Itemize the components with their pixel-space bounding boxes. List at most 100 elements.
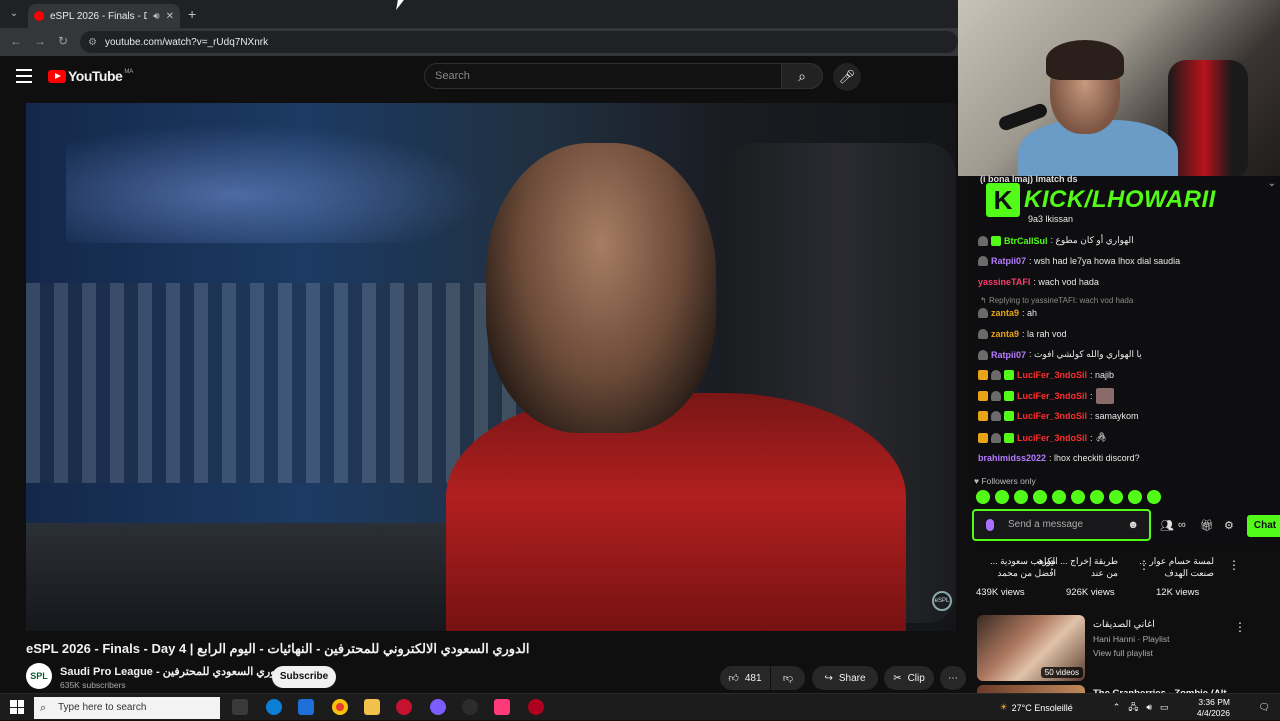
tray-chevron-icon[interactable]: ⌃ [1113, 702, 1121, 713]
battery-icon[interactable]: ▭ [1160, 702, 1169, 713]
edge-icon[interactable] [266, 699, 282, 715]
chat-username[interactable]: LuciFer_3ndoSil [1017, 411, 1087, 421]
short-card[interactable]: لمسة حسام عوار ... صنعت الهدف 12K views [1128, 555, 1214, 598]
subscriber-count: 635K subscribers [60, 680, 126, 690]
playlist-menu-icon[interactable]: ⋮ [1234, 620, 1246, 634]
infinity-icon[interactable]: ∞ [1178, 519, 1186, 531]
app-icon-red[interactable] [396, 699, 412, 715]
chat-username[interactable]: brahimidss2022 [978, 453, 1046, 463]
chat-username[interactable]: zanta9 [991, 308, 1019, 318]
reply-text: Replying to yassineTAFI: wach vod hada [988, 296, 1134, 305]
app-icon-purple[interactable] [430, 699, 446, 715]
chat-username[interactable]: yassineTAFI [978, 277, 1030, 287]
chat-mic-icon [986, 519, 994, 531]
short-card[interactable]: طريقة إخراج ... الكرة من عند 926K views [1032, 555, 1118, 598]
chat-username[interactable]: BtrCallSul [1004, 236, 1048, 246]
emote-8-icon[interactable] [1109, 490, 1123, 504]
share-button[interactable]: ↪ Share [812, 666, 878, 690]
subscribe-button[interactable]: Subscribe [272, 666, 336, 688]
channel-avatar[interactable]: SPL [26, 663, 52, 689]
chrome-icon[interactable] [332, 699, 348, 715]
chat-username[interactable]: Ratpii07 [991, 256, 1026, 266]
outlook-icon[interactable] [298, 699, 314, 715]
taskbar-search-icon: ⌕ [40, 702, 47, 714]
new-tab-button[interactable]: + [188, 6, 196, 22]
chat-collapse-chevron-icon[interactable]: ⌄ [1268, 178, 1276, 189]
weather-text[interactable]: 27°C Ensoleillé [1012, 703, 1073, 713]
browser-tab[interactable]: eSPL 2026 - Finals - Day 4 | 🔊︎ ✕ [28, 4, 180, 28]
windows-start-icon[interactable] [10, 700, 24, 714]
emote-7-icon[interactable] [1090, 490, 1104, 504]
url-field[interactable]: ⚙ youtube.com/watch?v=_rUdq7NXnrk [80, 31, 958, 53]
tab-close-icon[interactable]: ✕ [166, 11, 174, 22]
chat-username[interactable]: LuciFer_3ndoSil [1017, 370, 1087, 380]
playlist-thumbnail[interactable]: 50 videos [977, 615, 1085, 681]
chat-message: LuciFer_3ndoSil: 🦂︎ [978, 432, 1107, 443]
search-input[interactable]: Search [424, 63, 782, 89]
chat-message: LuciFer_3ndoSil: samaykom [978, 411, 1139, 421]
view-full-playlist-link[interactable]: View full playlist [1093, 648, 1153, 658]
emote-6-icon[interactable] [1071, 490, 1085, 504]
emote-3-icon[interactable] [1014, 490, 1028, 504]
app-icon-iptv[interactable] [494, 699, 510, 715]
scissors-icon: ✂ [893, 672, 902, 684]
playlist-title[interactable]: اغاني الصديقات [1093, 619, 1155, 630]
settings-gear-icon[interactable]: ⚙ [1224, 519, 1234, 532]
app-icon-dark-red[interactable] [528, 699, 544, 715]
next-video-thumbnail[interactable] [977, 685, 1085, 693]
app-icon-4k[interactable] [462, 699, 478, 715]
reload-icon[interactable]: ↻ [58, 34, 68, 48]
network-icon[interactable]: 🖧︎ [1128, 700, 1138, 716]
channel-name-link[interactable]: Saudi Pro League - الدوري السعودي للمحتر… [60, 665, 298, 678]
taskbar-search-box[interactable]: ⌕ Type here to search [34, 697, 220, 719]
chat-message: LuciFer_3ndoSil: [978, 388, 1114, 404]
image-emote [1095, 388, 1114, 404]
back-arrow-icon[interactable]: ← [10, 34, 22, 48]
chat-username[interactable]: Ratpii07 [991, 350, 1026, 360]
share-arrow-icon: ↪ [824, 672, 833, 684]
kick-banner-text: KICK/LHOWARII [1024, 186, 1216, 213]
user-badge-icon [978, 256, 988, 266]
video-player[interactable]: eSPL [26, 103, 956, 631]
gift-icon[interactable]: 🎁︎ [1200, 519, 1214, 532]
file-explorer-icon[interactable] [364, 699, 380, 715]
chat-username[interactable]: LuciFer_3ndoSil [1017, 391, 1087, 401]
users-icon[interactable]: 👥︎ [1160, 519, 1174, 532]
like-count: 481 [744, 672, 762, 684]
emote-bar [976, 490, 1161, 504]
emote-9-icon[interactable] [1128, 490, 1142, 504]
youtube-play-icon [48, 69, 66, 83]
chat-text: : wach vod hada [1033, 277, 1099, 287]
menu-hamburger-icon[interactable] [16, 69, 32, 83]
chat-username[interactable]: LuciFer_3ndoSil [1017, 433, 1087, 443]
more-actions-button[interactable]: ⋯ [940, 666, 966, 690]
emoji-picker-icon[interactable]: ☻ [1127, 511, 1139, 539]
volume-icon[interactable]: 🔊︎ [1146, 702, 1152, 713]
clip-button[interactable]: ✂ Clip [884, 666, 934, 690]
notification-icon[interactable]: 🗨︎ [1259, 702, 1270, 713]
emote-10-icon[interactable] [1147, 490, 1161, 504]
tab-search-chevron-icon[interactable]: ⌄ [6, 6, 22, 22]
task-view-icon[interactable] [232, 699, 248, 715]
youtube-logo[interactable]: YouTube MA [48, 68, 133, 84]
short-menu-icon[interactable]: ⋮ [1228, 558, 1240, 572]
voice-search-mic-icon[interactable]: 🎤︎ [833, 63, 861, 91]
taskbar-clock[interactable]: 3:36 PM 4/4/2026 [1197, 697, 1230, 719]
chat-message-input[interactable]: Send a message ☻ [972, 509, 1151, 541]
search-icon: ⌕ [798, 68, 806, 84]
channel-watermark[interactable]: eSPL [932, 591, 952, 611]
like-button[interactable]: 👍︎ 481 [720, 666, 770, 690]
emote-4-icon[interactable] [1033, 490, 1047, 504]
kick-banner: K KICK/LHOWARII [986, 182, 1216, 218]
tab-audio-icon[interactable]: 🔊︎ [153, 11, 159, 22]
webcam-overlay [958, 0, 1280, 176]
chat-username[interactable]: zanta9 [991, 329, 1019, 339]
site-info-icon[interactable]: ⚙ [88, 37, 97, 48]
send-chat-button[interactable]: Chat [1247, 515, 1280, 537]
search-button[interactable]: ⌕ [781, 63, 823, 89]
dislike-button[interactable]: 👎︎ [771, 666, 805, 690]
emote-2-icon[interactable] [995, 490, 1009, 504]
emote-5-icon[interactable] [1052, 490, 1066, 504]
forward-arrow-icon[interactable]: → [34, 34, 46, 48]
emote-1-icon[interactable] [976, 490, 990, 504]
